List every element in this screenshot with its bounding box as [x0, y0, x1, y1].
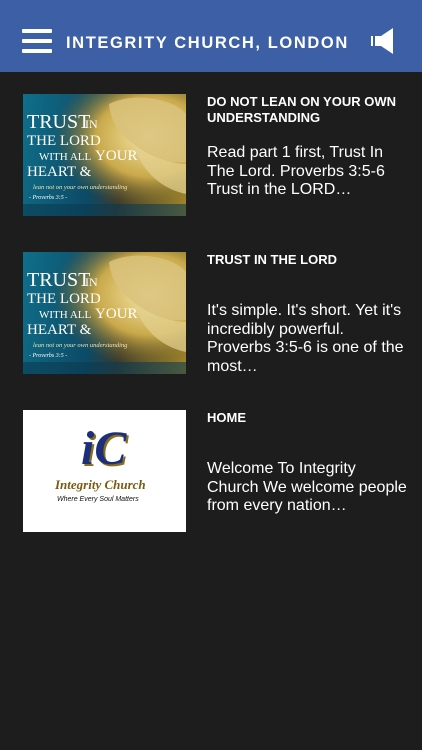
post-title[interactable]: HOME [207, 410, 407, 426]
post-title[interactable]: DO NOT LEAN ON YOUR OWN UNDERSTANDING [207, 94, 407, 126]
post-item[interactable]: iC iC Integrity Church Where Every Soul … [0, 410, 422, 532]
svg-text:IN: IN [85, 117, 98, 131]
svg-text:YOUR: YOUR [95, 306, 138, 322]
svg-text:THE LORD: THE LORD [27, 291, 101, 307]
svg-text:lean not on your own understan: lean not on your own understanding [33, 342, 128, 349]
img-text-trust: TRUST [27, 269, 90, 291]
svg-text:WITH ALL: WITH ALL [39, 309, 92, 321]
svg-text:IN: IN [85, 275, 98, 289]
church-logo-monogram: iC [81, 422, 127, 475]
app-title: INTEGRITY CHURCH, LONDON [66, 34, 349, 52]
post-item[interactable]: TRUST IN THE LORD WITH ALL YOUR HEART & … [0, 252, 422, 375]
svg-text:HEART &: HEART & [27, 164, 92, 180]
church-logo-tagline: Where Every Soul Matters [57, 496, 139, 503]
svg-text:YOUR: YOUR [95, 148, 138, 164]
post-excerpt: It's simple. It's short. Yet it's incred… [207, 302, 404, 375]
church-logo-name: Integrity Church [54, 477, 146, 492]
post-thumbnail[interactable]: TRUST IN THE LORD WITH ALL YOUR HEART & … [23, 94, 186, 216]
svg-text:- Proverbs 3:5 -: - Proverbs 3:5 - [29, 195, 67, 201]
post-thumbnail[interactable]: iC iC Integrity Church Where Every Soul … [23, 410, 186, 532]
svg-text:lean not on your own understan: lean not on your own understanding [33, 184, 128, 191]
hamburger-menu-icon[interactable] [22, 29, 52, 53]
speaker-icon[interactable] [371, 26, 397, 56]
app-header: INTEGRITY CHURCH, LONDON [0, 0, 422, 72]
post-title[interactable]: TRUST IN THE LORD [207, 252, 407, 268]
post-excerpt: Read part 1 first, Trust In The Lord. Pr… [207, 144, 385, 198]
img-text-trust: TRUST [27, 111, 90, 133]
svg-text:HEART &: HEART & [27, 322, 92, 338]
svg-text:THE LORD: THE LORD [27, 133, 101, 149]
svg-text:WITH ALL: WITH ALL [39, 151, 92, 163]
post-thumbnail[interactable]: TRUST IN THE LORD WITH ALL YOUR HEART & … [23, 252, 186, 374]
post-excerpt: Welcome To Integrity Church We welcome p… [207, 460, 407, 514]
svg-text:- Proverbs 3:5 -: - Proverbs 3:5 - [29, 353, 67, 359]
post-item[interactable]: TRUST IN THE LORD WITH ALL YOUR HEART & … [0, 94, 422, 216]
